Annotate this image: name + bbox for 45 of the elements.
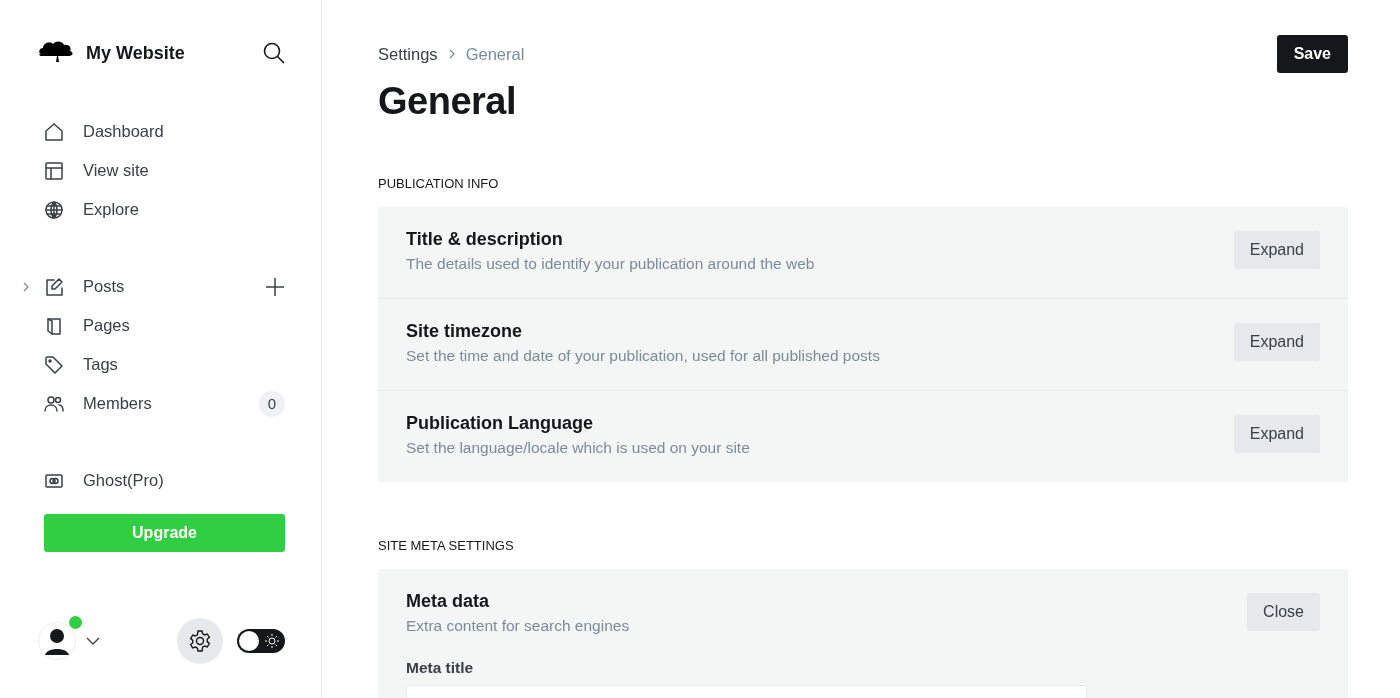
nav-item[interactable]: Members: [83, 394, 259, 413]
page-title: General: [378, 79, 518, 124]
setting-title: Site timezone: [406, 320, 524, 343]
nav-item[interactable]: Dashboard: [83, 122, 285, 141]
section-heading: PUBLICATION INFO: [378, 176, 500, 192]
expand-button[interactable]: Expand: [1233, 323, 1320, 361]
setting-title: Title & description: [406, 228, 564, 251]
section-heading: SITE META SETTINGS: [378, 538, 515, 554]
site-name: My Website: [86, 42, 186, 64]
field-label: Meta title: [406, 659, 475, 677]
theme-toggle[interactable]: [237, 629, 285, 653]
sun-icon: [265, 634, 279, 648]
save-button[interactable]: Save: [1276, 35, 1348, 73]
search-icon[interactable]: [263, 42, 285, 64]
home-icon: [44, 121, 64, 142]
layout-icon: [44, 160, 64, 181]
setting-title: Meta data: [406, 590, 491, 613]
nav-item[interactable]: View site: [83, 161, 285, 180]
settings-icon: [188, 629, 212, 653]
close-button[interactable]: Close: [1247, 593, 1320, 631]
chevron-icon[interactable]: [21, 280, 31, 293]
setting-description: The details used to identify your publication around the web: [406, 255, 816, 273]
settings-button[interactable]: [177, 618, 223, 664]
setting-description: Set the time and date of your publication, used for all published posts: [406, 347, 881, 365]
breadcrumb-item[interactable]: Settings: [378, 44, 438, 64]
chevron-icon: [447, 49, 456, 59]
nav-item[interactable]: Pages: [83, 316, 285, 335]
globe-icon: [44, 199, 64, 220]
page-icon: [44, 315, 64, 336]
pencil-icon: [44, 276, 64, 297]
breadcrumb-item: General: [465, 44, 525, 64]
expand-button[interactable]: Expand: [1233, 231, 1320, 269]
setting-description: Extra content for search engines: [406, 617, 631, 635]
setting-title: Publication Language: [406, 412, 594, 435]
plus-icon[interactable]: [265, 276, 285, 297]
people-icon: [44, 393, 64, 414]
tag-icon: [44, 354, 64, 375]
nav-item[interactable]: Tags: [83, 355, 285, 374]
nav-item[interactable]: Ghost(Pro): [83, 471, 285, 490]
expand-button[interactable]: Expand: [1233, 415, 1320, 453]
nav-item[interactable]: Explore: [83, 200, 285, 219]
nav-item[interactable]: Posts: [83, 277, 265, 296]
chevron-down-icon[interactable]: [86, 637, 100, 645]
setting-description: Set the language/locale which is used on your site: [406, 439, 751, 457]
count-badge: 0: [259, 390, 285, 417]
